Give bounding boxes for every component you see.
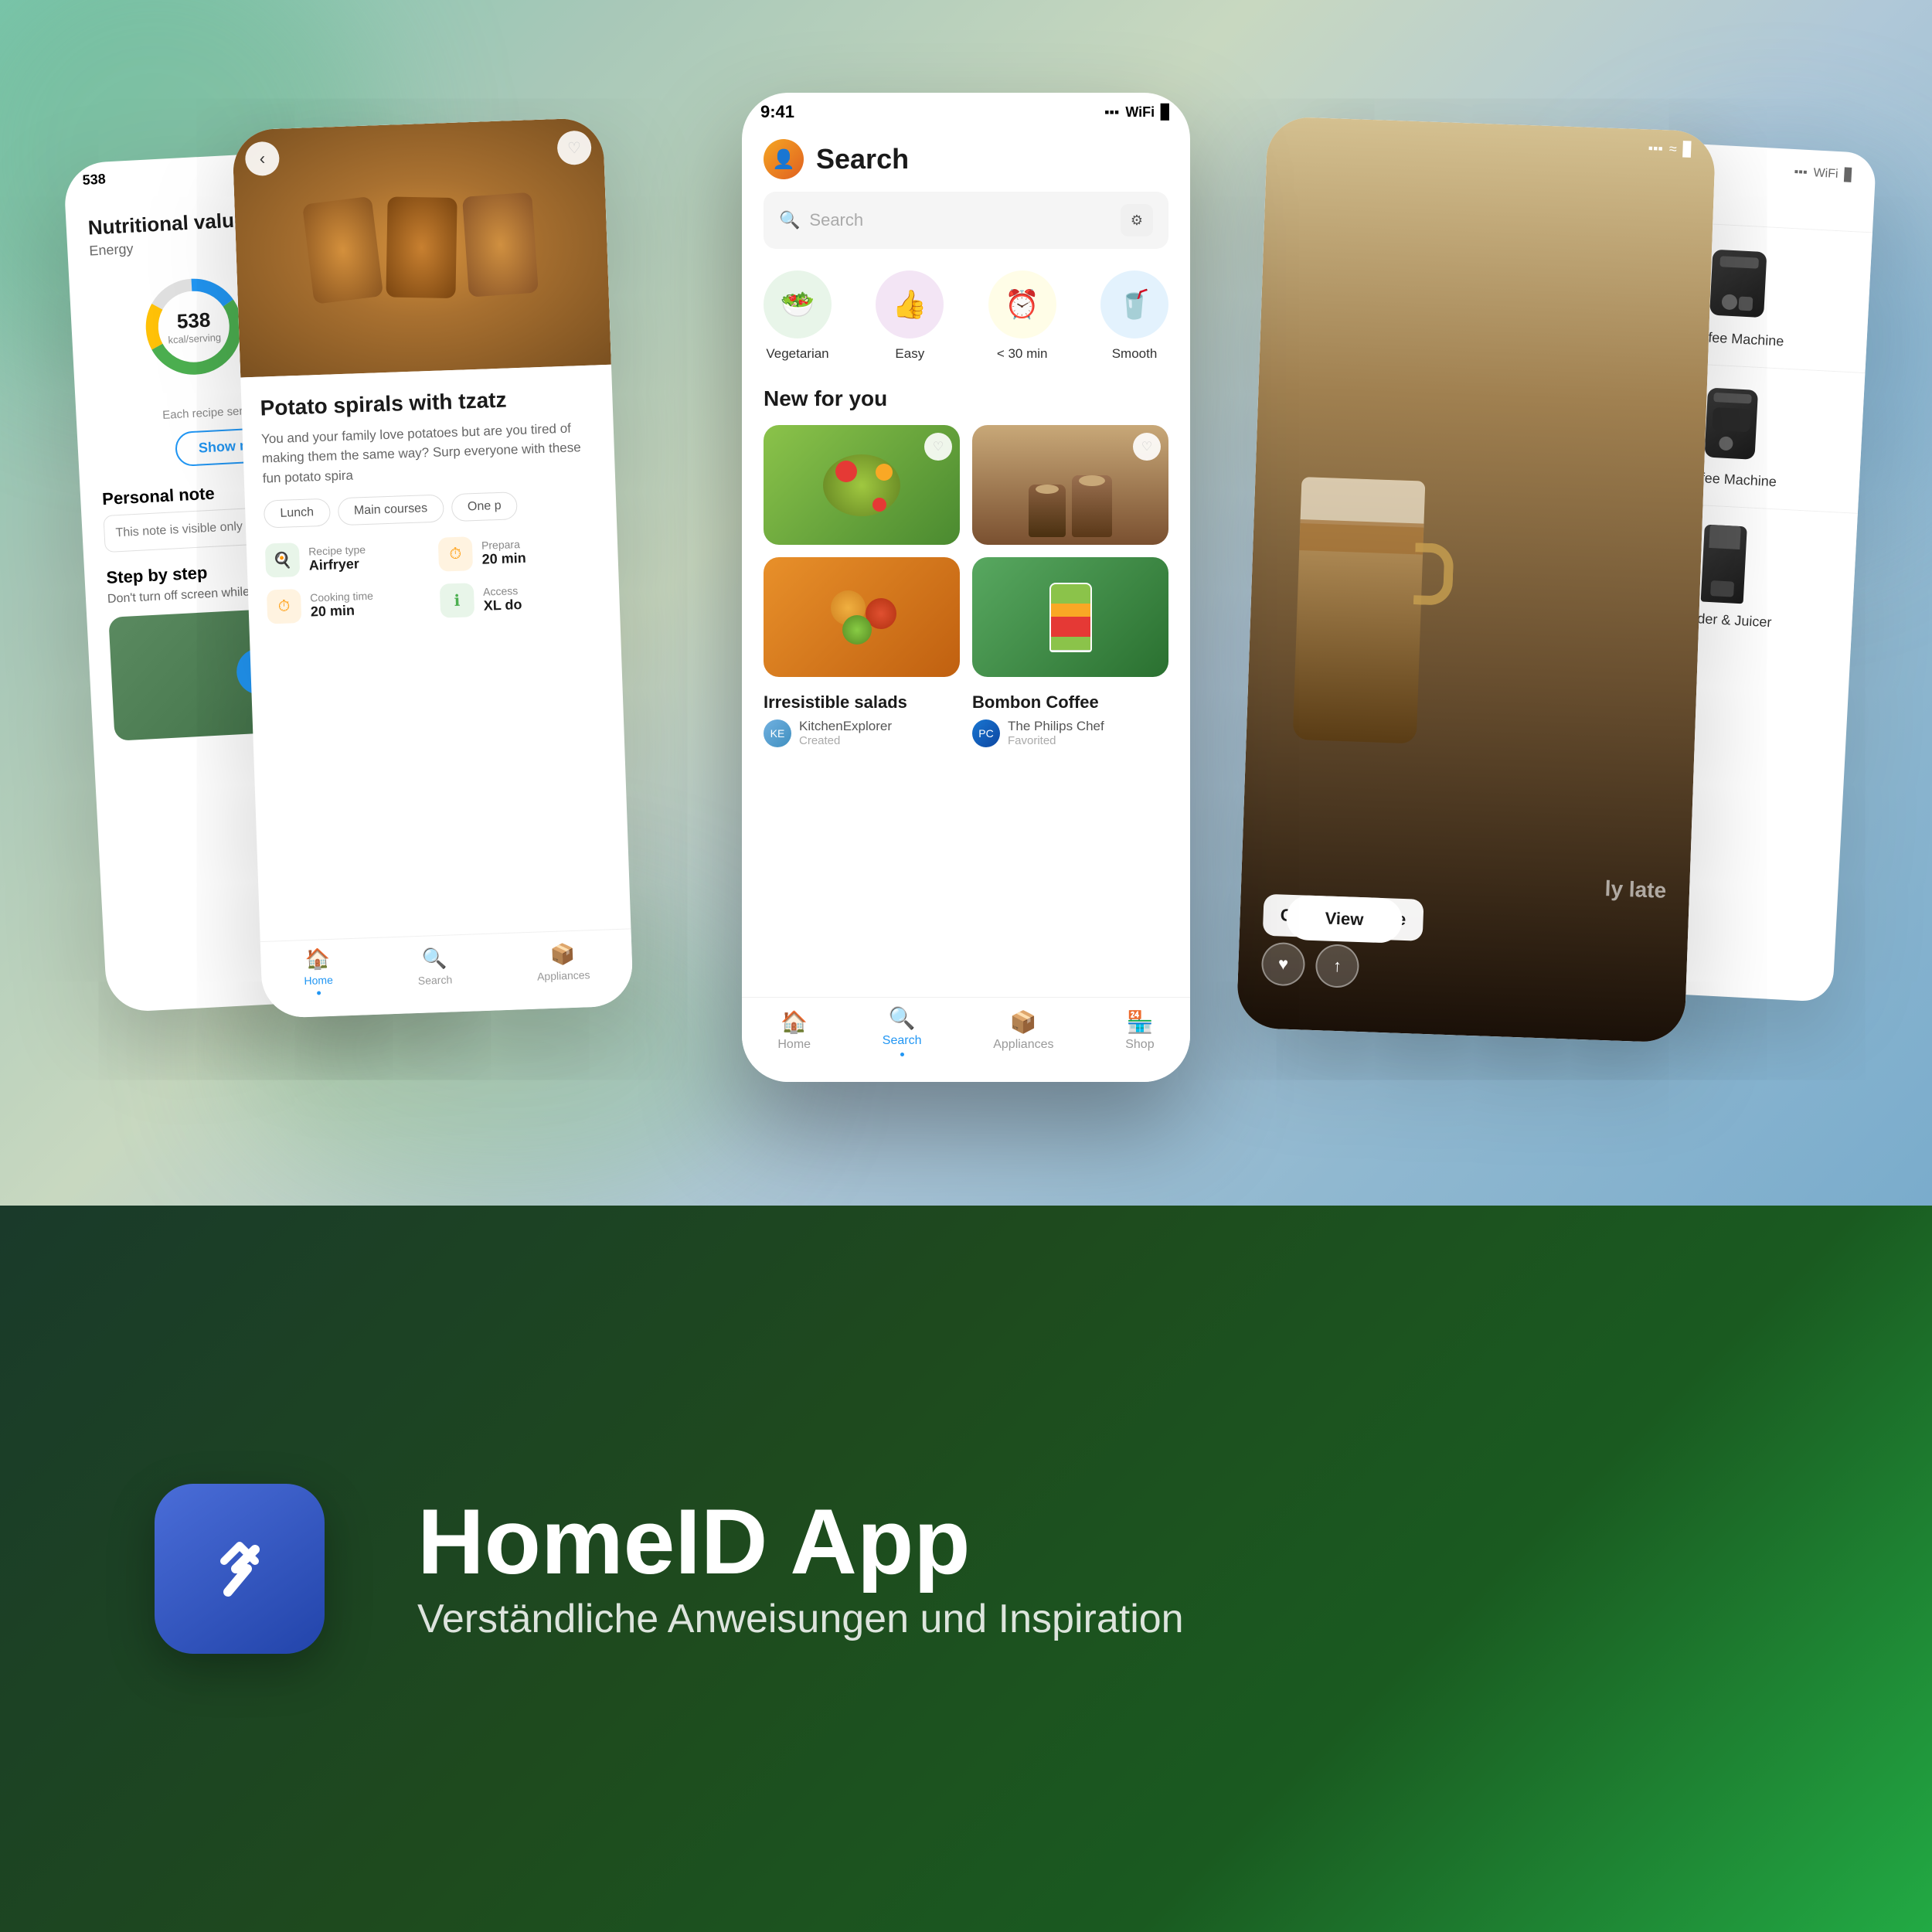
search-status-bar: 9:41 ▪▪▪ WiFi ▊ bbox=[742, 93, 1190, 127]
vegetarian-label: Vegetarian bbox=[766, 346, 828, 362]
coffee-actions: View ♥ ↑ bbox=[1261, 942, 1360, 988]
kcal-value: 538 bbox=[166, 308, 220, 335]
coffee-author: PC The Philips Chef Favorited bbox=[972, 719, 1168, 747]
user-avatar: 👤 bbox=[764, 139, 804, 179]
access-value: XL do bbox=[483, 597, 522, 614]
recipe-hero: ‹ ♡ bbox=[232, 117, 611, 378]
app-text: HomeID App Verständliche Anweisungen und… bbox=[417, 1495, 1184, 1642]
recipe-meta: 🍳 Recipe type Airfryer ⏱ Prepara 20 min bbox=[265, 532, 601, 624]
recipe-type-value: Airfryer bbox=[308, 556, 366, 574]
user-row: 👤 Search bbox=[764, 139, 1168, 179]
coffee-favorite[interactable]: ♡ bbox=[1133, 433, 1161, 461]
phone-recipe: ‹ ♡ Potato spirals with tzatz You and yo… bbox=[232, 117, 634, 1019]
share-button[interactable]: ↑ bbox=[1315, 944, 1359, 988]
phone-search: 9:41 ▪▪▪ WiFi ▊ 👤 Search 🔍 Search ⚙ bbox=[742, 93, 1190, 1082]
salad-author: KE KitchenExplorer Created bbox=[764, 719, 960, 747]
recipe-type-icon: 🍳 bbox=[265, 543, 301, 578]
category-easy[interactable]: 👍 Easy bbox=[876, 270, 944, 362]
salad-result-name: Irresistible salads bbox=[764, 692, 960, 713]
access-icon: ℹ bbox=[440, 583, 475, 618]
new-for-you-title: New for you bbox=[764, 386, 1168, 411]
coffee-signal: ▪▪▪ bbox=[1648, 140, 1663, 157]
coffee-card[interactable]: ♡ bbox=[972, 425, 1168, 545]
tag-one: One p bbox=[451, 492, 518, 522]
easy-label: Easy bbox=[895, 346, 924, 362]
wifi-icon: WiFi bbox=[1125, 104, 1155, 121]
kitchen-explorer-name: KitchenExplorer bbox=[799, 719, 892, 734]
late-text: ly late bbox=[1604, 876, 1666, 903]
coffee-result-name: Bombon Coffee bbox=[972, 692, 1168, 713]
kitchen-explorer-avatar: KE bbox=[764, 719, 791, 747]
cook-label: Cooking time bbox=[310, 589, 373, 604]
recipe-results: Irresistible salads KE KitchenExplorer C… bbox=[764, 692, 1168, 852]
access-label: Access bbox=[483, 584, 522, 598]
search-page-title: Search bbox=[816, 143, 909, 175]
app-tagline: Verständliche Anweisungen und Inspiratio… bbox=[417, 1596, 1184, 1642]
search-time: 9:41 bbox=[760, 102, 794, 122]
vegetarian-icon: 🥗 bbox=[764, 270, 832, 338]
search-placeholder-text: Search bbox=[809, 210, 1111, 230]
search-bar[interactable]: 🔍 Search ⚙ bbox=[764, 192, 1168, 249]
tag-lunch: Lunch bbox=[264, 498, 331, 529]
recipe-description: You and your family love potatoes but ar… bbox=[261, 417, 597, 488]
category-smooth[interactable]: 🥤 Smooth bbox=[1100, 270, 1168, 362]
mason-jar-card[interactable] bbox=[972, 557, 1168, 677]
tag-main: Main courses bbox=[337, 495, 444, 526]
coffee-result: Bombon Coffee PC The Philips Chef Favori… bbox=[972, 692, 1168, 747]
search-nav-appliances[interactable]: 📦 Appliances bbox=[993, 1009, 1053, 1052]
nutrition-time: 538 bbox=[82, 171, 106, 189]
recipe-tags: Lunch Main courses One p bbox=[264, 489, 598, 529]
cook-time-icon: ⏱ bbox=[267, 589, 302, 624]
prep-value: 20 min bbox=[481, 549, 526, 567]
search-nav-home[interactable]: 🏠 Home bbox=[777, 1009, 811, 1052]
prep-label: Prepara bbox=[481, 537, 526, 551]
signal-icon: ▪▪▪ bbox=[1104, 104, 1119, 121]
category-row: 🥗 Vegetarian 👍 Easy ⏰ < 30 min 🥤 Smooth bbox=[764, 270, 1168, 362]
search-nav-shop[interactable]: 🏪 Shop bbox=[1125, 1009, 1154, 1052]
app-logo bbox=[155, 1484, 325, 1654]
bottom-section: HomeID App Verständliche Anweisungen und… bbox=[0, 1206, 1932, 1932]
recipe-bottom-nav: 🏠 Home 🔍 Search 📦 Appliances bbox=[260, 928, 634, 1019]
salad-favorite[interactable]: ♡ bbox=[924, 433, 952, 461]
heart-button[interactable]: ♥ bbox=[1261, 942, 1306, 987]
search-nav-search[interactable]: 🔍 Search bbox=[883, 1005, 922, 1056]
coffee-wifi: ≈ bbox=[1668, 141, 1677, 157]
battery-icon: ▊ bbox=[1161, 104, 1172, 121]
nav-appliances[interactable]: 📦 Appliances bbox=[536, 941, 590, 982]
smooth-icon: 🥤 bbox=[1100, 270, 1168, 338]
search-icon: 🔍 bbox=[779, 210, 800, 230]
easy-icon: 👍 bbox=[876, 270, 944, 338]
coffee-screen-background: ▪▪▪ ≈ ▊ bbox=[1236, 116, 1716, 1043]
filter-icon[interactable]: ⚙ bbox=[1121, 204, 1153, 236]
colorful-salad-card[interactable] bbox=[764, 557, 960, 677]
prep-time-icon: ⏱ bbox=[438, 536, 474, 572]
cook-value: 20 min bbox=[311, 601, 374, 620]
nav-search[interactable]: 🔍 Search bbox=[417, 946, 452, 987]
search-bottom-nav: 🏠 Home 🔍 Search 📦 Appliances 🏪 Shop bbox=[742, 997, 1190, 1082]
recipe-title: Potato spirals with tzatz bbox=[260, 384, 594, 422]
phones-container: 538 Nutritional values Energy bbox=[77, 62, 1855, 1159]
top-section: 538 Nutritional values Energy bbox=[0, 0, 1932, 1206]
30min-label: < 30 min bbox=[997, 346, 1048, 362]
category-30min[interactable]: ⏰ < 30 min bbox=[988, 270, 1056, 362]
kitchen-explorer-action: Created bbox=[799, 734, 892, 747]
salad-result: Irresistible salads KE KitchenExplorer C… bbox=[764, 692, 960, 747]
coffee-battery: ▊ bbox=[1682, 141, 1694, 158]
30min-icon: ⏰ bbox=[988, 270, 1056, 338]
philips-chef-action: Favorited bbox=[1008, 734, 1104, 747]
search-header: 👤 Search 🔍 Search ⚙ 🥗 Vegetarian 👍 bbox=[742, 127, 1190, 862]
philips-chef-avatar: PC bbox=[972, 719, 1000, 747]
category-vegetarian[interactable]: 🥗 Vegetarian bbox=[764, 270, 832, 362]
app-name: HomeID App bbox=[417, 1495, 1184, 1588]
donut-chart: 538 kcal/serving bbox=[137, 270, 250, 383]
smooth-label: Smooth bbox=[1112, 346, 1158, 362]
phone-coffee: ▪▪▪ ≈ ▊ bbox=[1236, 116, 1716, 1043]
recipe-grid: ♡ bbox=[764, 425, 1168, 677]
view-button[interactable]: View bbox=[1286, 895, 1403, 944]
logo-svg bbox=[189, 1519, 290, 1619]
salad-card[interactable]: ♡ bbox=[764, 425, 960, 545]
philips-chef-name: The Philips Chef bbox=[1008, 719, 1104, 734]
nav-home[interactable]: 🏠 Home bbox=[303, 946, 334, 995]
